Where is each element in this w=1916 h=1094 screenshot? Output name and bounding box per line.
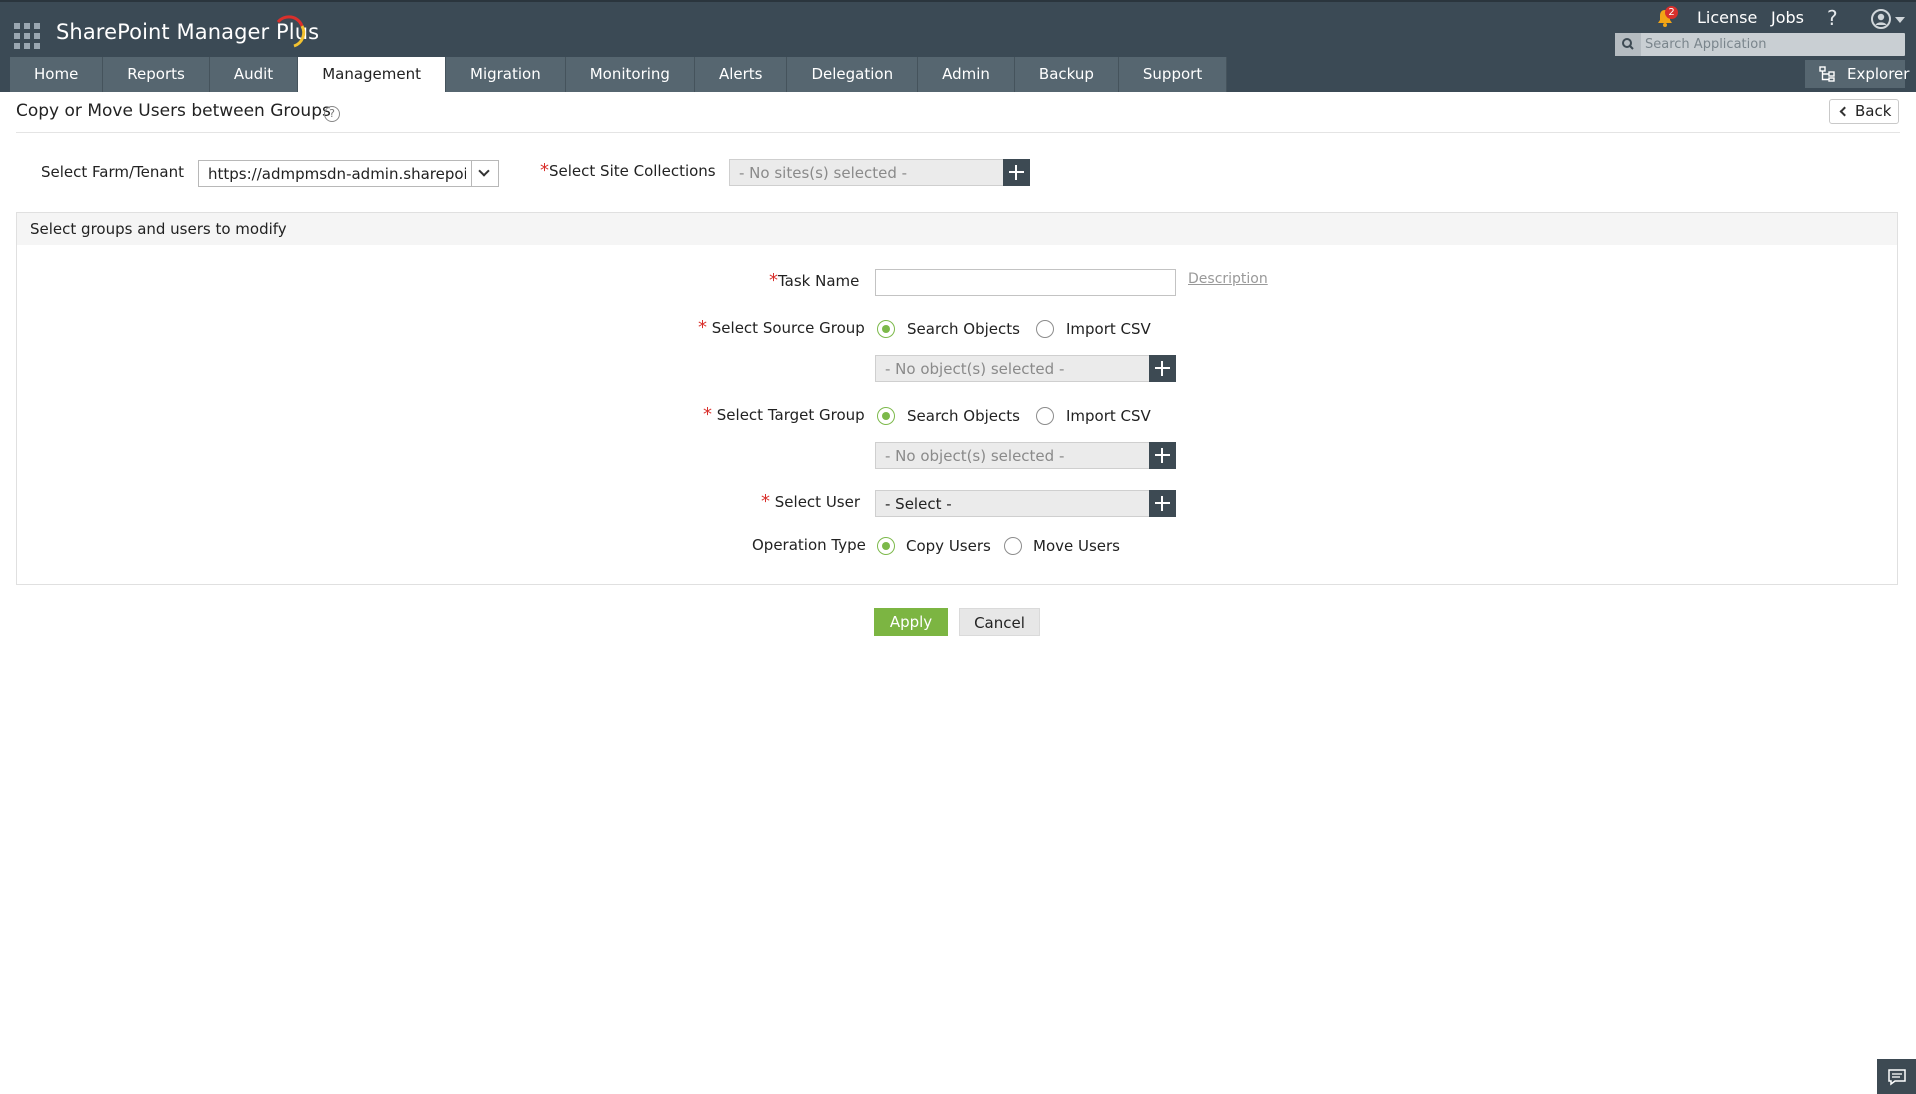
target-search-objects-radio[interactable]: [877, 407, 895, 425]
back-button[interactable]: Back: [1829, 99, 1899, 124]
explorer-tree-icon: [1819, 66, 1835, 82]
source-search-objects-radio[interactable]: [877, 320, 895, 338]
add-site-collections-plus-icon[interactable]: [1003, 159, 1030, 186]
farm-tenant-select[interactable]: https://admpmsdn-admin.sharepoint: [198, 160, 499, 187]
tab-backup[interactable]: Backup: [1014, 57, 1119, 92]
tab-audit[interactable]: Audit: [209, 57, 299, 92]
tab-admin[interactable]: Admin: [918, 57, 1015, 92]
user-menu-chevron-down-icon[interactable]: [1895, 17, 1905, 23]
back-label: Back: [1855, 102, 1892, 120]
panel-heading: Select groups and users to modify: [30, 220, 287, 238]
required-asterisk: *: [761, 491, 770, 512]
select-user-label-text: Select User: [774, 493, 861, 511]
page-title: Copy or Move Users between Groups: [16, 101, 331, 121]
search-box: [1615, 33, 1905, 56]
app-grid-icon[interactable]: [14, 23, 40, 49]
tab-alerts[interactable]: Alerts: [694, 57, 788, 92]
site-collections-label-text: Select Site Collections: [549, 162, 716, 180]
required-asterisk: *: [698, 317, 707, 338]
source-group-label-text: Select Source Group: [711, 319, 865, 337]
tab-reports[interactable]: Reports: [103, 57, 210, 92]
tab-home[interactable]: Home: [10, 57, 104, 92]
page-help-icon[interactable]: ?: [324, 106, 340, 122]
jobs-link[interactable]: Jobs: [1771, 8, 1804, 27]
chevron-left-icon: [1839, 106, 1850, 117]
site-collections-picker[interactable]: - No sites(s) selected -: [729, 159, 1004, 186]
title-divider: [16, 132, 1900, 133]
add-source-group-plus-icon[interactable]: [1149, 355, 1176, 382]
move-users-label[interactable]: Move Users: [1033, 537, 1120, 555]
site-collections-label: *Select Site Collections: [540, 160, 716, 181]
required-asterisk: *: [703, 404, 712, 425]
tab-support[interactable]: Support: [1118, 57, 1228, 92]
target-search-objects-label[interactable]: Search Objects: [907, 407, 1020, 425]
explorer-button[interactable]: Explorer: [1805, 60, 1909, 88]
target-import-csv-label[interactable]: Import CSV: [1066, 407, 1151, 425]
select-user-picker[interactable]: - Select -: [875, 490, 1150, 517]
source-group-picker[interactable]: - No object(s) selected -: [875, 355, 1150, 382]
target-group-label-text: Select Target Group: [716, 406, 865, 424]
select-user-label: * Select User: [761, 491, 860, 512]
license-link[interactable]: License: [1697, 8, 1757, 27]
farm-tenant-value: https://admpmsdn-admin.sharepoint: [208, 165, 466, 183]
source-group-value: - No object(s) selected -: [885, 360, 1065, 378]
operation-type-label: Operation Type: [752, 536, 866, 554]
select-user-value: - Select -: [885, 495, 952, 513]
copy-users-radio[interactable]: [877, 537, 895, 555]
target-group-label: * Select Target Group: [703, 404, 865, 425]
apply-button[interactable]: Apply: [874, 608, 948, 636]
search-input[interactable]: [1645, 33, 1901, 56]
source-group-label: * Select Source Group: [698, 317, 865, 338]
farm-tenant-label: Select Farm/Tenant: [41, 163, 184, 181]
task-name-input[interactable]: [875, 269, 1176, 296]
copy-users-label[interactable]: Copy Users: [906, 537, 991, 555]
source-import-csv-label[interactable]: Import CSV: [1066, 320, 1151, 338]
required-asterisk: *: [540, 160, 549, 181]
target-group-picker[interactable]: - No object(s) selected -: [875, 442, 1150, 469]
source-search-objects-label[interactable]: Search Objects: [907, 320, 1020, 338]
chat-button[interactable]: [1877, 1059, 1916, 1094]
add-user-plus-icon[interactable]: [1149, 490, 1176, 517]
source-import-csv-radio[interactable]: [1036, 320, 1054, 338]
panel-header: Select groups and users to modify: [17, 213, 1897, 245]
tab-migration[interactable]: Migration: [446, 57, 566, 92]
tab-delegation[interactable]: Delegation: [787, 57, 919, 92]
notification-count-badge: 2: [1665, 6, 1678, 19]
groups-users-panel: Select groups and users to modify: [16, 212, 1898, 585]
target-import-csv-radio[interactable]: [1036, 407, 1054, 425]
logo-arc-icon: [276, 15, 306, 48]
task-name-label-text: Task Name: [778, 272, 860, 290]
chevron-down-icon[interactable]: [471, 161, 498, 186]
description-link[interactable]: Description: [1188, 271, 1268, 287]
site-collections-value: - No sites(s) selected -: [739, 164, 908, 182]
required-asterisk: *: [769, 270, 778, 291]
chat-icon: [1888, 1069, 1906, 1086]
tab-management[interactable]: Management: [298, 57, 446, 92]
main-nav: Home Reports Audit Management Migration …: [10, 57, 1228, 92]
cancel-button[interactable]: Cancel: [959, 608, 1040, 636]
move-users-radio[interactable]: [1004, 537, 1022, 555]
explorer-label: Explorer: [1847, 65, 1910, 83]
add-target-group-plus-icon[interactable]: [1149, 442, 1176, 469]
task-name-label: *Task Name: [769, 270, 859, 291]
tab-monitoring[interactable]: Monitoring: [565, 57, 695, 92]
target-group-value: - No object(s) selected -: [885, 447, 1065, 465]
user-avatar-icon[interactable]: [1871, 9, 1891, 29]
search-icon[interactable]: [1615, 33, 1641, 56]
help-icon[interactable]: ?: [1827, 6, 1838, 30]
